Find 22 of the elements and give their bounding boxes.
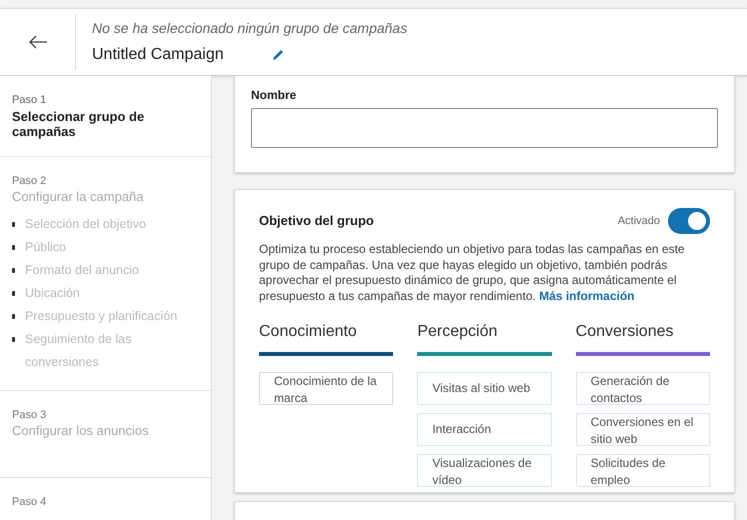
step-title[interactable]: Seleccionar grupo de campañas [12, 108, 203, 140]
field-label: Nombre [251, 87, 298, 104]
objective-option[interactable]: Interacción [417, 413, 552, 446]
section-title: Objetivo del grupo [259, 212, 374, 230]
step-label: Paso 3 [12, 408, 48, 423]
category-heading: Conocimiento [259, 320, 394, 356]
objective-option[interactable]: Conocimiento de la marca [259, 372, 394, 406]
objective-option[interactable]: Generación de contactos [576, 372, 710, 406]
objective-option[interactable]: Visualizaciones de vídeo [417, 454, 552, 488]
objective-option[interactable]: Visitas al sitio web [417, 372, 552, 406]
more-info-link[interactable]: Más información [539, 288, 635, 303]
campaign-title: Untitled Campaign [92, 44, 224, 64]
step-label: Paso 1 [12, 93, 48, 108]
objective-option[interactable]: Solicitudes de empleo [576, 454, 710, 488]
category-heading: Conversiones [576, 320, 710, 356]
description-text: Optimiza tu proceso estableciendo un objetivo para todas las campañas en este grupo de campañas. Una vez que hayas elegido un objetivo, también podrás aprovechar el presupuesto dinámico de grupo, que asigna automáticamente el presupuesto a tus campañas de mayor rendimiento. Más información [259, 242, 686, 304]
step-label: Paso 2 [12, 174, 48, 189]
objective-option[interactable]: Conversiones en el sitio web [576, 413, 710, 446]
campaign-group-status: No se ha seleccionado ningún grupo de campañas [92, 18, 408, 38]
step-label: Paso 4 [12, 494, 48, 510]
category-heading: Percepción [417, 320, 552, 356]
toggle-label: Activado [618, 214, 660, 229]
